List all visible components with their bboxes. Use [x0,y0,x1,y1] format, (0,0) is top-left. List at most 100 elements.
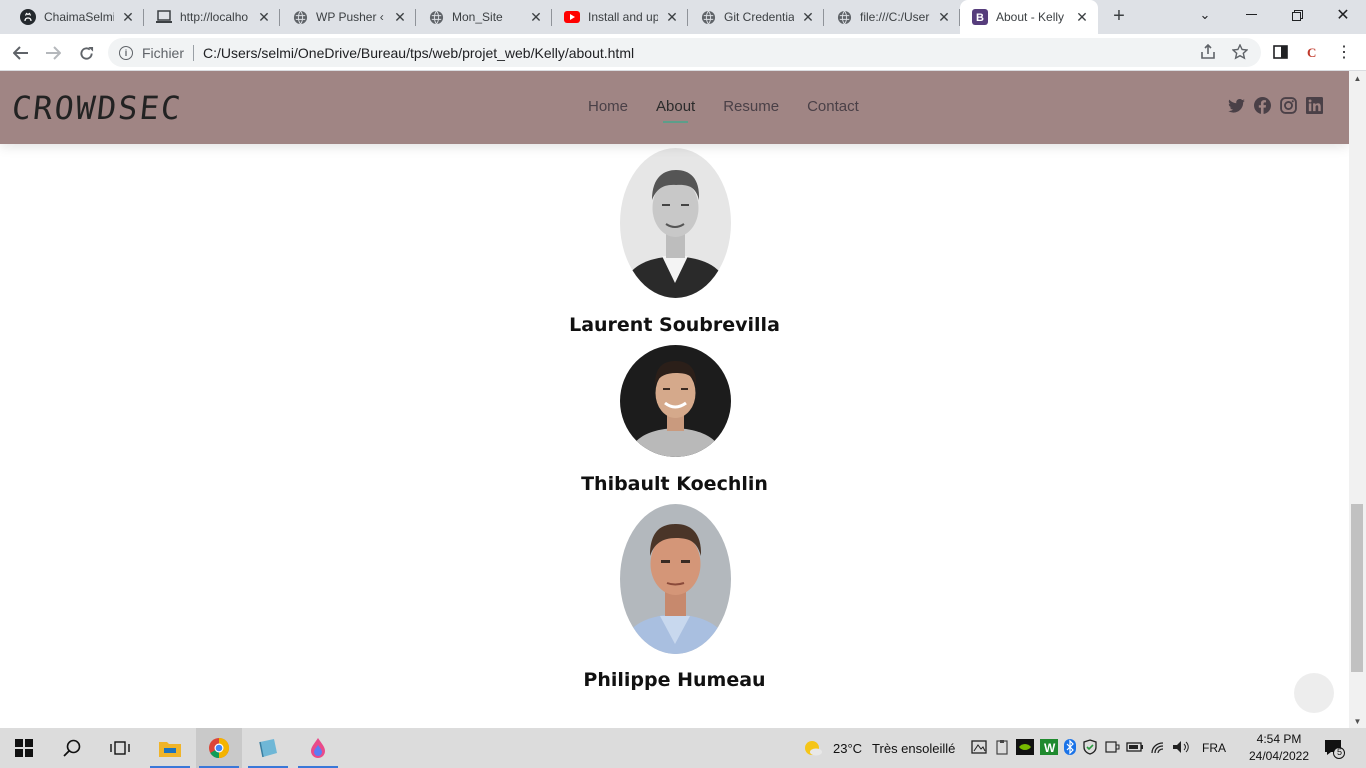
weather-text: Très ensoleillé [872,740,956,756]
info-icon[interactable]: i [119,45,133,60]
side-panel-icon[interactable] [1269,41,1291,63]
tab-title: file:///C:/User [860,10,930,24]
scroll-up-arrow-icon[interactable]: ▲ [1349,71,1366,85]
avatar-thibault [620,345,731,457]
close-icon[interactable]: ✕ [800,9,816,25]
tab-git-credential[interactable]: Git Credential ✕ [688,0,824,34]
tray-nvidia-icon[interactable] [1016,738,1034,758]
scheme-label: Fichier [142,44,185,61]
share-icon[interactable] [1197,41,1219,63]
extension-icon[interactable]: C [1301,41,1323,63]
site-nav: Home About Resume Contact [588,98,887,123]
notification-center[interactable]: 5 [1323,728,1345,768]
scrollbar-thumb[interactable] [1351,504,1363,672]
globe-icon [428,9,444,25]
speaker-icon[interactable] [1172,740,1190,757]
tab-title: Git Credential [724,10,794,24]
restore-icon[interactable] [1274,0,1320,30]
kebab-menu-icon[interactable]: ⋮ [1333,41,1355,63]
windows-taskbar: 23°C Très ensoleillé W FRA 4:54 PM 24/04… [0,728,1366,768]
tab-title: WP Pusher ‹ M [316,10,386,24]
github-icon [20,9,36,25]
close-icon[interactable]: ✕ [664,9,680,25]
sun-icon [805,741,822,756]
nav-contact[interactable]: Contact [807,98,859,115]
tab-title: http://localho [180,10,249,24]
nav-home[interactable]: Home [588,98,628,115]
close-window-icon[interactable]: ✕ [1320,0,1366,30]
app-icon[interactable] [245,728,291,768]
tab-about-kelly[interactable]: B About - Kelly ✕ [960,0,1098,34]
back-to-top-button[interactable] [1294,673,1334,713]
twitter-icon[interactable] [1228,97,1245,114]
team-member-name: Philippe Humeau [583,669,766,691]
windows-start-icon[interactable] [1,728,47,768]
tab-search-icon[interactable]: ⌄ [1182,0,1228,30]
address-bar[interactable]: i Fichier C:/Users/selmi/OneDrive/Bureau… [108,38,1261,67]
close-icon[interactable]: ✕ [936,9,952,25]
browser-toolbar: i Fichier C:/Users/selmi/OneDrive/Bureau… [0,34,1366,71]
tray-device-icon[interactable] [1104,739,1120,758]
battery-icon[interactable] [1126,741,1144,756]
new-tab-button[interactable]: + [1108,5,1130,27]
tab-title: About - Kelly [996,10,1065,24]
facebook-icon[interactable] [1254,97,1271,114]
tab-file[interactable]: file:///C:/User ✕ [824,0,960,34]
instagram-icon[interactable] [1280,97,1297,114]
tab-mon-site[interactable]: Mon_Site ✕ [416,0,552,34]
weather-widget[interactable]: 23°C Très ensoleillé [803,728,955,768]
globe-icon [700,9,716,25]
svg-text:B: B [976,12,984,24]
bookmark-star-icon[interactable] [1229,41,1251,63]
tray-clipboard-icon[interactable] [994,739,1010,758]
address-divider [193,44,195,61]
linkedin-icon[interactable] [1306,97,1323,114]
team-member-name: Thibault Koechlin [581,473,768,495]
task-view-icon[interactable] [97,728,143,768]
svg-text:C: C [1307,45,1316,60]
tab-wp-pusher[interactable]: WP Pusher ‹ M ✕ [280,0,416,34]
tab-github[interactable]: ChaimaSelmi/ ✕ [8,0,144,34]
system-tray: W FRA [970,728,1226,768]
search-icon[interactable] [49,728,95,768]
clock-date: 24/04/2022 [1248,749,1310,763]
page-scrollbar[interactable]: ▲ ▼ [1349,71,1366,728]
clock[interactable]: 4:54 PM 24/04/2022 [1240,731,1318,765]
language-indicator[interactable]: FRA [1202,741,1226,755]
close-icon[interactable]: ✕ [120,9,136,25]
avatar-philippe [620,504,731,654]
svg-text:W: W [1044,741,1056,755]
tray-green-app-icon[interactable]: W [1040,738,1058,758]
file-explorer-icon[interactable] [147,728,193,768]
social-links [1228,97,1323,114]
nav-resume[interactable]: Resume [723,98,779,115]
clock-time: 4:54 PM [1256,732,1302,746]
tab-title: Mon_Site [452,10,503,24]
close-icon[interactable]: ✕ [256,9,272,25]
wifi-icon[interactable] [1150,740,1166,757]
defender-shield-icon[interactable] [1082,738,1098,758]
close-icon[interactable]: ✕ [1074,9,1090,25]
reload-icon[interactable] [73,40,99,66]
paint-drop-icon[interactable] [295,728,341,768]
weather-temp: 23°C [833,740,863,756]
scroll-down-arrow-icon[interactable]: ▼ [1349,714,1366,728]
tab-localhost[interactable]: http://localho ✕ [144,0,280,34]
back-icon[interactable] [8,40,34,66]
page-viewport: Laurent Soubrevilla Thibault Koechlin Ph… [0,71,1349,728]
tab-youtube[interactable]: Install and up ✕ [552,0,688,34]
avatar-laurent [620,148,731,298]
bluetooth-icon[interactable] [1064,738,1076,758]
close-icon[interactable]: ✕ [392,9,408,25]
chrome-icon[interactable] [196,728,242,768]
tab-strip: ChaimaSelmi/ ✕ http://localho ✕ WP Pushe… [0,0,1366,34]
laptop-icon [156,9,172,25]
url-text[interactable]: C:/Users/selmi/OneDrive/Bureau/tps/web/p… [203,45,634,61]
site-logo[interactable]: CROWDSEC [10,89,184,127]
forward-icon[interactable] [40,40,66,66]
minimize-icon[interactable] [1228,0,1274,30]
close-icon[interactable]: ✕ [528,9,544,25]
notification-count: 5 [1337,747,1343,757]
nav-about[interactable]: About [656,98,695,123]
tray-app-icon[interactable] [970,739,988,758]
